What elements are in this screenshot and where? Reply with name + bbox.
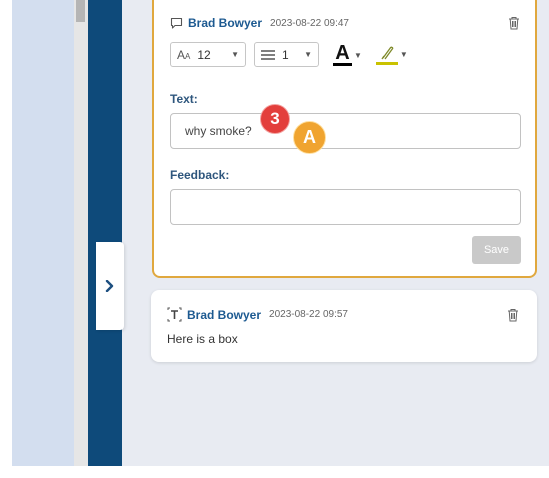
speech-bubble-icon bbox=[170, 17, 183, 29]
trash-icon[interactable] bbox=[508, 16, 520, 30]
feedback-label: Feedback: bbox=[170, 168, 230, 182]
font-color-icon: A bbox=[335, 41, 350, 64]
text-label: Text: bbox=[170, 92, 198, 106]
highlighter-icon bbox=[381, 46, 394, 60]
line-width-select[interactable]: 1 ▼ bbox=[254, 42, 319, 67]
comment-card-active[interactable]: Brad Bowyer 2023-08-22 09:47 AA 12 ▼ 1 ▼… bbox=[152, 0, 537, 278]
comment-header: Brad Bowyer 2023-08-22 09:57 bbox=[167, 307, 348, 322]
highlight-color-swatch bbox=[375, 62, 398, 65]
comment-timestamp: 2023-08-22 09:57 bbox=[269, 309, 348, 320]
font-size-select[interactable]: AA 12 ▼ bbox=[170, 42, 246, 67]
chevron-right-icon bbox=[105, 280, 114, 292]
font-size-icon: AA bbox=[177, 47, 191, 62]
scrollbar-track[interactable] bbox=[74, 0, 88, 478]
chevron-down-icon: ▼ bbox=[231, 50, 239, 59]
text-box-icon bbox=[167, 307, 182, 322]
expand-panel-button[interactable] bbox=[96, 242, 124, 330]
annotation-marker-number[interactable]: 3 bbox=[260, 104, 290, 134]
chevron-down-icon: ▼ bbox=[304, 50, 312, 59]
font-color-swatch bbox=[333, 62, 352, 66]
scrollbar-thumb[interactable] bbox=[76, 0, 85, 22]
left-panel bbox=[12, 0, 74, 478]
annotation-marker-letter[interactable]: A bbox=[293, 121, 326, 154]
comment-body: Here is a box bbox=[167, 332, 238, 346]
page-edge bbox=[0, 0, 12, 478]
save-button[interactable]: Save bbox=[472, 236, 521, 264]
comment-card[interactable]: Brad Bowyer 2023-08-22 09:57 Here is a b… bbox=[151, 290, 537, 362]
format-toolbar: AA 12 ▼ 1 ▼ A ▼ ▼ bbox=[170, 42, 408, 67]
feedback-input[interactable] bbox=[170, 189, 521, 225]
line-width-value: 1 bbox=[282, 47, 289, 62]
font-color-button[interactable]: A ▼ bbox=[333, 41, 362, 66]
comment-author[interactable]: Brad Bowyer bbox=[187, 308, 261, 322]
text-input[interactable]: why smoke? bbox=[170, 113, 521, 149]
chevron-down-icon: ▼ bbox=[399, 50, 408, 59]
side-nav-bar bbox=[88, 0, 122, 478]
comment-header: Brad Bowyer 2023-08-22 09:47 bbox=[170, 16, 349, 30]
line-width-icon bbox=[261, 49, 275, 60]
bottom-edge bbox=[0, 466, 549, 478]
trash-icon[interactable] bbox=[507, 308, 519, 322]
chevron-down-icon: ▼ bbox=[354, 50, 362, 60]
comment-timestamp: 2023-08-22 09:47 bbox=[270, 17, 349, 29]
comment-author[interactable]: Brad Bowyer bbox=[188, 16, 262, 30]
highlight-color-button[interactable]: ▼ bbox=[375, 44, 408, 65]
font-size-value: 12 bbox=[197, 47, 211, 62]
